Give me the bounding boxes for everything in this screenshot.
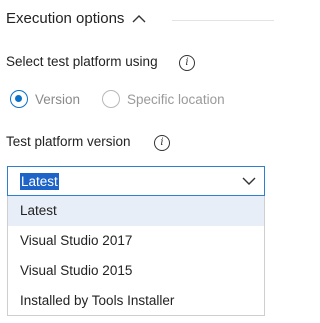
dropdown-option-vs2017[interactable]: Visual Studio 2017 [8, 226, 264, 256]
radio-option-version[interactable]: Version [10, 90, 80, 108]
radio-specific-location-label: Specific location [127, 91, 225, 107]
info-icon[interactable]: i [154, 135, 170, 151]
version-dropdown-options: Latest Visual Studio 2017 Visual Studio … [7, 196, 265, 316]
dropdown-selected-value: Latest [20, 173, 59, 190]
version-field-label: Test platform version [6, 134, 131, 149]
chevron-down-icon[interactable] [242, 176, 256, 186]
platform-radio-group: Version Specific location [10, 90, 225, 108]
radio-specific-location[interactable] [102, 90, 121, 108]
dropdown-option-vs2015[interactable]: Visual Studio 2015 [8, 256, 264, 286]
version-dropdown[interactable]: Latest [7, 166, 265, 196]
dropdown-option-tools-installer[interactable]: Installed by Tools Installer [8, 286, 264, 316]
chevron-up-icon[interactable] [132, 14, 146, 24]
section-title: Execution options [6, 10, 125, 27]
radio-version[interactable] [10, 90, 28, 108]
info-icon[interactable]: i [179, 55, 195, 71]
platform-select-label: Select test platform using [6, 54, 158, 69]
section-divider [172, 20, 274, 21]
radio-option-specific-location[interactable]: Specific location [102, 90, 225, 108]
dropdown-option-latest[interactable]: Latest [8, 196, 264, 226]
radio-version-label: Version [35, 91, 81, 107]
section-header-execution-options[interactable]: Execution options [6, 10, 146, 27]
